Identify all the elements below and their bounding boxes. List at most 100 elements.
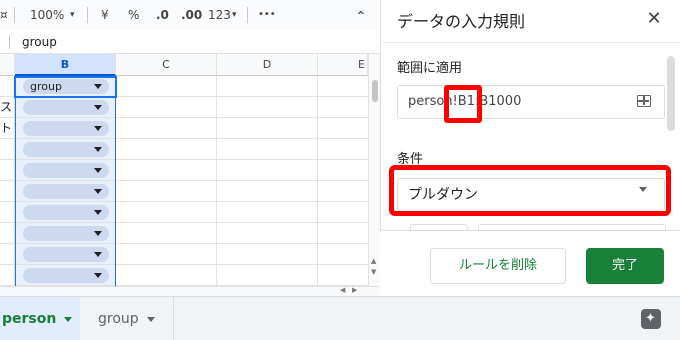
done-button[interactable]: 完了 [586, 248, 664, 284]
cell[interactable] [217, 160, 318, 180]
zoom-select[interactable]: 100% [30, 0, 64, 30]
cell[interactable] [0, 181, 15, 201]
cell[interactable] [217, 202, 318, 222]
sheet-tab-label: group [98, 311, 139, 327]
column-header-e[interactable]: E [318, 54, 368, 76]
dropdown-chip[interactable] [23, 100, 109, 115]
cell[interactable] [15, 244, 116, 264]
dropdown-arrow-icon [94, 210, 102, 215]
table-row: ス [0, 97, 368, 118]
range-input[interactable]: person!B1:B1000 [397, 85, 665, 119]
cell[interactable] [116, 244, 217, 264]
dropdown-arrow-icon [94, 105, 102, 110]
cell[interactable] [0, 244, 15, 264]
cell[interactable] [116, 202, 217, 222]
horizontal-scrollbar[interactable]: ◀ ▶ [0, 286, 380, 296]
cell[interactable] [0, 265, 15, 285]
dropdown-chip[interactable] [23, 226, 109, 241]
table-row: group [0, 76, 368, 97]
collapse-toolbar-icon[interactable]: ⌃ [355, 2, 367, 32]
cell[interactable] [116, 160, 217, 180]
cell[interactable] [217, 97, 318, 117]
cell[interactable]: group [15, 76, 116, 96]
scrollbar-thumb[interactable] [372, 80, 378, 102]
cell[interactable] [116, 265, 217, 285]
cell[interactable] [15, 160, 116, 180]
table-row [0, 181, 368, 202]
cell[interactable] [116, 223, 217, 243]
column-header-b[interactable]: B [15, 54, 116, 76]
dropdown-chip[interactable]: group [23, 79, 109, 94]
scroll-left-icon[interactable]: ◀ [340, 286, 345, 294]
more-formats-button[interactable]: 123 [208, 0, 231, 30]
more-options-button[interactable]: ••• [258, 0, 276, 30]
formula-bar[interactable]: group [0, 30, 380, 54]
cell[interactable] [217, 76, 318, 96]
dropdown-chip[interactable] [23, 121, 109, 136]
vertical-scrollbar[interactable]: ▲ ▼ [368, 54, 380, 286]
scroll-down-icon[interactable]: ▼ [371, 268, 376, 276]
dropdown-chip[interactable] [23, 142, 109, 157]
increase-decimal-button[interactable]: .00 [181, 0, 202, 30]
sheet-tab-group[interactable]: group [82, 297, 174, 340]
formula-value[interactable]: group [22, 30, 57, 54]
cell[interactable] [15, 118, 116, 138]
scroll-right-icon[interactable]: ▶ [352, 286, 357, 294]
explore-icon[interactable] [641, 309, 661, 329]
scroll-up-icon[interactable]: ▲ [371, 257, 376, 265]
cell[interactable] [0, 160, 15, 180]
cell[interactable] [217, 244, 318, 264]
cell[interactable] [15, 202, 116, 222]
cell[interactable] [217, 139, 318, 159]
decrease-decimal-button[interactable]: .0 [156, 0, 169, 30]
cell[interactable] [116, 181, 217, 201]
sheet-tab-person[interactable]: person [0, 297, 80, 340]
table-row [0, 202, 368, 223]
zoom-caret-icon[interactable]: ▾ [70, 0, 75, 30]
cell[interactable] [0, 202, 15, 222]
cell[interactable] [15, 181, 116, 201]
cell[interactable] [116, 97, 217, 117]
table-row [0, 265, 368, 286]
cell[interactable] [217, 265, 318, 285]
cell[interactable] [15, 97, 116, 117]
cell[interactable]: ト [0, 118, 15, 138]
cell[interactable] [116, 76, 217, 96]
cell[interactable] [217, 118, 318, 138]
column-header-d[interactable]: D [217, 54, 318, 76]
sheet-tab-bar: person group [0, 296, 680, 340]
column-header-c[interactable]: C [116, 54, 217, 76]
more-formats-caret-icon[interactable]: ▾ [232, 0, 237, 30]
dropdown-arrow-icon [94, 126, 102, 131]
cell[interactable] [15, 265, 116, 285]
chevron-down-icon[interactable] [146, 316, 155, 322]
remove-rule-button[interactable]: ルールを削除 [430, 248, 566, 284]
cell[interactable] [217, 181, 318, 201]
grid-select-icon[interactable] [637, 95, 651, 107]
dropdown-chip[interactable] [23, 163, 109, 178]
cell[interactable] [0, 139, 15, 159]
chevron-down-icon[interactable] [64, 316, 73, 322]
cell[interactable] [116, 139, 217, 159]
cell[interactable] [0, 223, 15, 243]
currency-button[interactable]: ¥ [101, 0, 109, 30]
dropdown-arrow-icon [94, 231, 102, 236]
cell[interactable] [217, 223, 318, 243]
dropdown-chip[interactable] [23, 268, 109, 283]
cell[interactable] [0, 76, 15, 96]
table-row [0, 223, 368, 244]
panel-scrollbar[interactable] [667, 56, 675, 131]
dropdown-chip[interactable] [23, 247, 109, 262]
cell[interactable]: ス [0, 97, 15, 117]
table-row: ト [0, 118, 368, 139]
table-row [0, 244, 368, 265]
column-header-a[interactable] [0, 54, 15, 76]
percent-button[interactable]: % [128, 0, 139, 30]
cell[interactable] [116, 118, 217, 138]
dropdown-arrow-icon [94, 84, 102, 89]
dropdown-chip[interactable] [23, 205, 109, 220]
cell[interactable] [15, 139, 116, 159]
close-icon[interactable]: ✕ [643, 8, 665, 30]
dropdown-chip[interactable] [23, 184, 109, 199]
cell[interactable] [15, 223, 116, 243]
